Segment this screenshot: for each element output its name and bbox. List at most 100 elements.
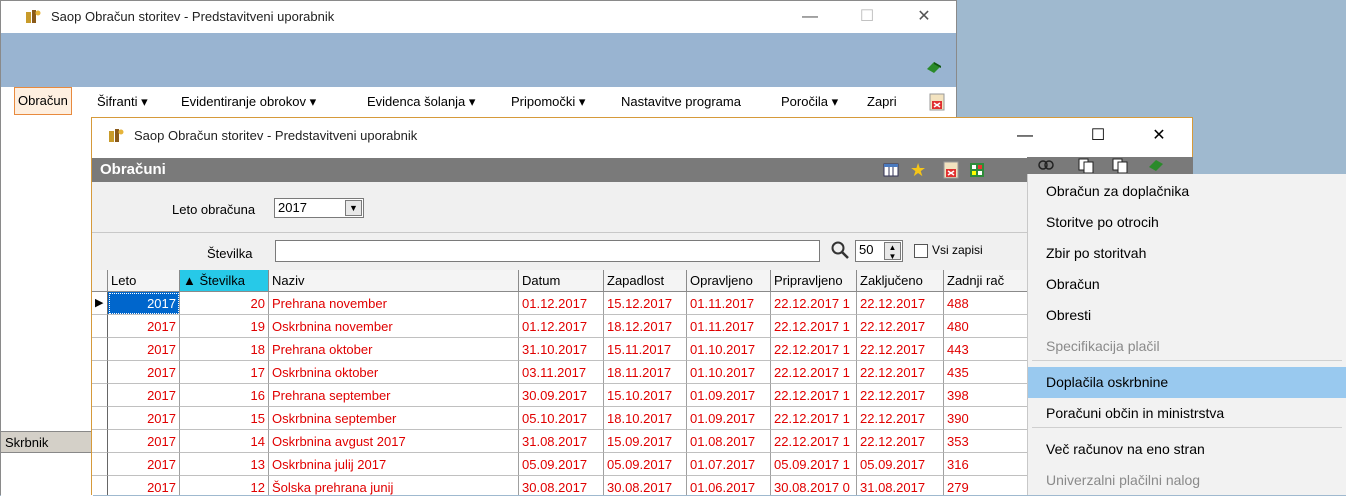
vsi-zapisi-checkbox[interactable] [914,244,928,258]
cell-leto[interactable]: 2017 [108,384,180,407]
menu-pripomocki[interactable]: Pripomočki ▾ [511,87,585,117]
column-header-datum[interactable]: Datum [519,270,604,292]
cell-pripravljeno[interactable]: 22.12.2017 1 [771,430,857,453]
cell-pripravljeno[interactable]: 22.12.2017 1 [771,361,857,384]
columns-icon[interactable] [882,161,900,179]
table-row[interactable]: 2017 12 Šolska prehrana junij 30.08.2017 30.… [92,476,1032,495]
delete-icon[interactable] [942,161,960,179]
cell-zapadlost[interactable]: 15.09.2017 [604,430,687,453]
cell-datum[interactable]: 05.10.2017 [519,407,604,430]
cell-stevilka[interactable]: 16 [180,384,269,407]
cell-zakljuceno[interactable]: 22.12.2017 [857,338,944,361]
menu-evidentiranje-obrokov[interactable]: Evidentiranje obrokov ▾ [181,87,316,117]
cell-datum[interactable]: 03.11.2017 [519,361,604,384]
cell-opravljeno[interactable]: 01.10.2017 [687,361,771,384]
cell-zakljuceno[interactable]: 22.12.2017 [857,361,944,384]
cell-zadnji-rac[interactable]: 480 [944,315,1032,338]
cell-zakljuceno[interactable]: 22.12.2017 [857,292,944,315]
menu-item-zbir-po-storitvah[interactable]: Zbir po storitvah [1028,238,1346,269]
cell-zakljuceno[interactable]: 22.12.2017 [857,407,944,430]
cell-stevilka[interactable]: 12 [180,476,269,495]
cell-zapadlost[interactable]: 18.11.2017 [604,361,687,384]
paste-icon[interactable] [1111,157,1129,174]
cell-zapadlost[interactable]: 15.11.2017 [604,338,687,361]
table-row[interactable]: 2017 13 Oskrbnina julij 2017 05.09.2017 05.0… [92,453,1032,476]
menu-obracun[interactable]: Obračun [14,87,72,115]
menu-item-obračun[interactable]: Obračun [1028,269,1346,300]
page-size-spinner[interactable]: 50 ▲ ▼ [855,240,903,262]
menu-sifranti[interactable]: Šifranti ▾ [97,87,148,117]
cell-pripravljeno[interactable]: 05.09.2017 1 [771,453,857,476]
chevron-down-icon[interactable]: ▼ [345,200,362,216]
cell-opravljeno[interactable]: 01.06.2017 [687,476,771,495]
menu-porocila[interactable]: Poročila ▾ [781,87,838,117]
cell-zadnji-rac[interactable]: 443 [944,338,1032,361]
cell-pripravljeno[interactable]: 22.12.2017 1 [771,384,857,407]
cell-stevilka[interactable]: 15 [180,407,269,430]
menu-zapri[interactable]: Zapri [867,87,897,117]
cell-datum[interactable]: 01.12.2017 [519,292,604,315]
maximize-button[interactable]: ☐ [844,2,890,32]
cell-zakljuceno[interactable]: 22.12.2017 [857,430,944,453]
cell-opravljeno[interactable]: 01.07.2017 [687,453,771,476]
cell-zapadlost[interactable]: 15.12.2017 [604,292,687,315]
stevilka-input[interactable] [275,240,820,262]
cell-opravljeno[interactable]: 01.11.2017 [687,292,771,315]
cell-opravljeno[interactable]: 01.11.2017 [687,315,771,338]
cell-zadnji-rac[interactable]: 279 [944,476,1032,495]
cell-zakljuceno[interactable]: 31.08.2017 [857,476,944,495]
menu-evidenca-solanja[interactable]: Evidenca šolanja ▾ [367,87,475,117]
cell-naziv[interactable]: Prehrana november [269,292,519,315]
cell-zapadlost[interactable]: 05.09.2017 [604,453,687,476]
spinner-arrows-icon[interactable]: ▲ ▼ [884,242,901,261]
minimize-button[interactable]: — [1002,121,1048,151]
menu-item-storitve-po-otrocih[interactable]: Storitve po otrocih [1028,207,1346,238]
table-row[interactable]: 2017 18 Prehrana oktober 31.10.2017 15.11.20… [92,338,1032,361]
cell-opravljeno[interactable]: 01.09.2017 [687,384,771,407]
cell-opravljeno[interactable]: 01.09.2017 [687,407,771,430]
cell-stevilka[interactable]: 18 [180,338,269,361]
cell-stevilka[interactable]: 13 [180,453,269,476]
cell-stevilka[interactable]: 17 [180,361,269,384]
search-icon[interactable] [830,240,850,260]
cell-leto[interactable]: 2017 [108,292,180,315]
table-row[interactable]: 2017 19 Oskrbnina november 01.12.2017 18.12.… [92,315,1032,338]
cell-zakljuceno[interactable]: 05.09.2017 [857,453,944,476]
menu-item-poračuni-občin-in-ministrstva[interactable]: Poračuni občin in ministrstva [1028,398,1346,429]
table-row[interactable]: 2017 17 Oskrbnina oktober 03.11.2017 18.11.2… [92,361,1032,384]
cell-naziv[interactable]: Oskrbnina november [269,315,519,338]
exit-icon[interactable] [929,93,945,111]
table-row[interactable]: ▶ 2017 20 Prehrana november 01.12.2017 15.12.… [92,292,1032,315]
cell-pripravljeno[interactable]: 30.08.2017 0 [771,476,857,495]
book-icon[interactable] [1147,157,1165,173]
cell-zadnji-rac[interactable]: 390 [944,407,1032,430]
cell-leto[interactable]: 2017 [108,338,180,361]
table-row[interactable]: 2017 14 Oskrbnina avgust 2017 31.08.2017 15.… [92,430,1032,453]
cell-stevilka[interactable]: 14 [180,430,269,453]
cell-naziv[interactable]: Oskrbnina oktober [269,361,519,384]
cell-zapadlost[interactable]: 18.12.2017 [604,315,687,338]
cell-zapadlost[interactable]: 15.10.2017 [604,384,687,407]
cell-opravljeno[interactable]: 01.08.2017 [687,430,771,453]
cell-stevilka[interactable]: 20 [180,292,269,315]
column-header-stevilka[interactable]: ▲ Številka [180,270,269,292]
cell-zadnji-rac[interactable]: 398 [944,384,1032,407]
cell-datum[interactable]: 05.09.2017 [519,453,604,476]
cell-leto[interactable]: 2017 [108,430,180,453]
cell-datum[interactable]: 30.08.2017 [519,476,604,495]
preview-icon[interactable] [1037,157,1055,173]
cell-datum[interactable]: 01.12.2017 [519,315,604,338]
leto-obracuna-select[interactable]: 2017 ▼ [274,198,364,218]
cell-zakljuceno[interactable]: 22.12.2017 [857,384,944,407]
table-row[interactable]: 2017 15 Oskrbnina september 05.10.2017 18.10… [92,407,1032,430]
cell-leto[interactable]: 2017 [108,315,180,338]
menu-item-obračun-za-doplačnika[interactable]: Obračun za doplačnika [1028,176,1346,207]
cell-leto[interactable]: 2017 [108,476,180,495]
menu-item-doplačila-oskrbnine[interactable]: Doplačila oskrbnine [1028,367,1346,398]
cell-pripravljeno[interactable]: 22.12.2017 1 [771,407,857,430]
cell-pripravljeno[interactable]: 22.12.2017 1 [771,292,857,315]
cell-leto[interactable]: 2017 [108,407,180,430]
cell-naziv[interactable]: Oskrbnina avgust 2017 [269,430,519,453]
column-header-pripravljeno[interactable]: Pripravljeno [771,270,857,292]
star-icon[interactable]: ★ [910,160,930,180]
